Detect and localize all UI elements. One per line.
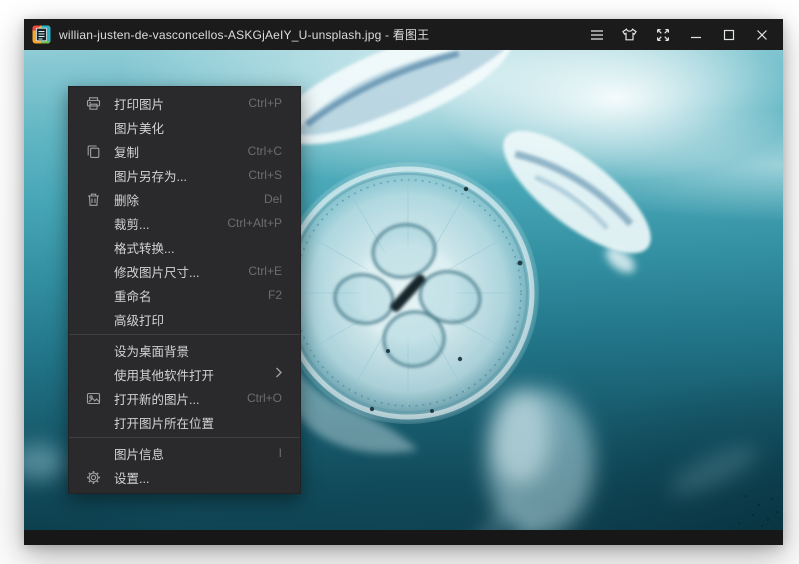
menu-item-format-convert[interactable]: 格式转换... [69, 235, 300, 259]
fullscreen-icon [656, 28, 670, 42]
skin-tshirt-icon [622, 28, 637, 41]
menu-item-label: 打开图片所在位置 [114, 413, 282, 432]
menu-item-shortcut: I [279, 446, 282, 460]
image-icon [86, 391, 101, 406]
menu-item-open-new[interactable]: 打开新的图片... Ctrl+O [69, 386, 300, 410]
menu-item-print[interactable]: 打印图片 Ctrl+P [69, 91, 300, 115]
menu-separator [69, 334, 300, 335]
fullscreen-button[interactable] [646, 19, 679, 50]
menu-item-shortcut: Ctrl+C [248, 144, 282, 158]
gear-icon [86, 470, 101, 485]
menu-item-copy[interactable]: 复制 Ctrl+C [69, 139, 300, 163]
menu-item-label: 复制 [114, 142, 236, 161]
menu-item-label: 使用其他软件打开 [114, 365, 275, 384]
menu-item-image-info[interactable]: 图片信息 I [69, 441, 300, 465]
window-title: willian-justen-de-vasconcellos-ASKGjAeIY… [59, 26, 429, 43]
context-menu: 打印图片 Ctrl+P 图片美化 复制 Ctrl+C 图片另存为... Ctrl… [68, 86, 301, 494]
menu-separator [69, 437, 300, 438]
menu-item-beautify[interactable]: 图片美化 [69, 115, 300, 139]
minimize-icon [690, 29, 702, 41]
menu-item-label: 修改图片尺寸... [114, 262, 236, 281]
hamburger-menu-icon [590, 29, 604, 41]
menu-item-shortcut: Ctrl+O [247, 391, 282, 405]
icon-spacer [86, 367, 101, 382]
close-button[interactable] [745, 19, 778, 50]
menu-item-crop[interactable]: 裁剪... Ctrl+Alt+P [69, 211, 300, 235]
menu-item-label: 裁剪... [114, 214, 215, 233]
copy-icon [86, 144, 101, 159]
bottom-bar [24, 530, 783, 545]
maximize-icon [723, 29, 735, 41]
menu-item-label: 设置... [114, 468, 282, 487]
menu-item-save-as[interactable]: 图片另存为... Ctrl+S [69, 163, 300, 187]
menu-item-label: 图片信息 [114, 444, 267, 463]
icon-spacer [86, 288, 101, 303]
menu-item-label: 高级打印 [114, 310, 282, 329]
printer-icon [86, 96, 101, 111]
menu-item-label: 重命名 [114, 286, 256, 305]
menu-item-advanced-print[interactable]: 高级打印 [69, 307, 300, 331]
menu-item-label: 删除 [114, 190, 252, 209]
maximize-button[interactable] [712, 19, 745, 50]
icon-spacer [86, 343, 101, 358]
menu-item-label: 打印图片 [114, 94, 236, 113]
desktop-stage: willian-justen-de-vasconcellos-ASKGjAeIY… [0, 0, 799, 564]
menu-item-label: 图片美化 [114, 118, 282, 137]
menu-item-shortcut: F2 [268, 288, 282, 302]
submenu-arrow-icon [275, 367, 282, 381]
menu-item-open-location[interactable]: 打开图片所在位置 [69, 410, 300, 434]
menu-item-label: 格式转换... [114, 238, 282, 257]
titlebar[interactable]: willian-justen-de-vasconcellos-ASKGjAeIY… [24, 19, 783, 50]
menu-item-label: 设为桌面背景 [114, 341, 282, 360]
menu-item-label: 打开新的图片... [114, 389, 235, 408]
viewer-window: willian-justen-de-vasconcellos-ASKGjAeIY… [24, 19, 783, 545]
menu-item-shortcut: Ctrl+E [248, 264, 282, 278]
icon-spacer [86, 120, 101, 135]
menu-item-delete[interactable]: 删除 Del [69, 187, 300, 211]
menu-item-label: 图片另存为... [114, 166, 236, 185]
icon-spacer [86, 446, 101, 461]
trash-icon [86, 192, 101, 207]
menu-item-shortcut: Ctrl+S [248, 168, 282, 182]
menu-item-shortcut: Del [264, 192, 282, 206]
menu-item-resize[interactable]: 修改图片尺寸... Ctrl+E [69, 259, 300, 283]
close-icon [756, 29, 768, 41]
menu-item-rename[interactable]: 重命名 F2 [69, 283, 300, 307]
menu-item-open-with[interactable]: 使用其他软件打开 [69, 362, 300, 386]
icon-spacer [86, 168, 101, 183]
menu-item-settings[interactable]: 设置... [69, 465, 300, 489]
icon-spacer [86, 415, 101, 430]
icon-spacer [86, 240, 101, 255]
menu-item-shortcut: Ctrl+P [248, 96, 282, 110]
icon-spacer [86, 216, 101, 231]
icon-spacer [86, 264, 101, 279]
menu-item-shortcut: Ctrl+Alt+P [227, 216, 282, 230]
app-logo-icon [32, 25, 51, 44]
minimize-button[interactable] [679, 19, 712, 50]
titlebar-buttons [580, 19, 783, 50]
hamburger-menu-button[interactable] [580, 19, 613, 50]
icon-spacer [86, 312, 101, 327]
menu-item-set-wallpaper[interactable]: 设为桌面背景 [69, 338, 300, 362]
skin-theme-button[interactable] [613, 19, 646, 50]
